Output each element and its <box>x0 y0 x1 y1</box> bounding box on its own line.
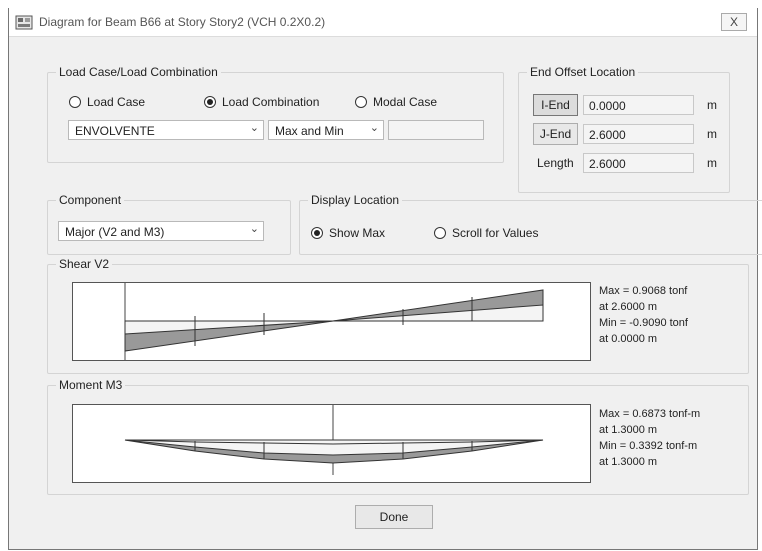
shear-min-location: at 0.0000 m <box>599 333 658 345</box>
i-end-button-label: I-End <box>541 98 570 112</box>
shear-max-value: Max = 0.9068 tonf <box>599 285 688 297</box>
j-end-field[interactable]: 2.6000 <box>583 124 694 144</box>
i-end-field[interactable]: 0.0000 <box>583 95 694 115</box>
radio-selected-icon <box>204 96 216 108</box>
moment-min-value: Min = 0.3392 tonf-m <box>599 440 698 452</box>
show-max-label: Show Max <box>329 226 386 240</box>
length-field: 2.6000 <box>583 153 694 173</box>
diagram-dialog: Diagram for Beam B66 at Story Story2 (VC… <box>8 8 762 550</box>
app-icon <box>15 15 33 30</box>
component-select[interactable]: Major (V2 and M3) ⌄ <box>58 221 264 241</box>
shear-v2-group: Shear V2 Max = 0.9068 tonf at 2.6000 m M… <box>47 257 749 374</box>
length-unit: m <box>707 156 717 170</box>
length-label: Length <box>537 156 574 170</box>
length-value: 2.6000 <box>589 157 626 171</box>
j-end-button-label: J-End <box>539 127 572 141</box>
radio-icon <box>69 96 81 108</box>
load-combination-radio[interactable]: Load Combination <box>204 95 319 109</box>
radio-icon <box>355 96 367 108</box>
shear-max-location: at 2.6000 m <box>599 301 658 313</box>
j-end-value: 2.6000 <box>589 128 626 142</box>
shear-diagram-svg <box>124 283 544 360</box>
load-case-radio[interactable]: Load Case <box>69 95 145 109</box>
load-case-group: Load Case/Load Combination Load Case Loa… <box>47 65 504 163</box>
shear-info: Max = 0.9068 tonf at 2.6000 m Min = -0.9… <box>599 283 688 347</box>
j-end-button[interactable]: J-End <box>533 123 578 145</box>
close-button[interactable]: X <box>721 13 747 31</box>
radio-selected-icon <box>311 227 323 239</box>
shear-v2-group-title: Shear V2 <box>56 257 113 271</box>
load-combination-value: ENVOLVENTE <box>75 124 155 138</box>
shear-min-value: Min = -0.9090 tonf <box>599 317 688 329</box>
moment-m3-group: Moment M3 Max = 0.6873 tonf-m at 1.3000 … <box>47 378 749 495</box>
display-location-group-title: Display Location <box>308 193 403 207</box>
end-offset-group: End Offset Location I-End 0.0000 m J-End… <box>518 65 730 193</box>
chevron-down-icon: ⌄ <box>249 122 259 134</box>
max-min-select[interactable]: Max and Min ⌄ <box>268 120 384 140</box>
moment-m3-group-title: Moment M3 <box>56 378 126 392</box>
moment-max-location: at 1.3000 m <box>599 424 658 436</box>
moment-diagram <box>72 404 591 483</box>
moment-diagram-svg <box>124 405 544 475</box>
display-location-group: Display Location Show Max Scroll for Val… <box>299 193 762 255</box>
load-case-group-title: Load Case/Load Combination <box>56 65 221 79</box>
i-end-unit: m <box>707 98 717 112</box>
end-offset-group-title: End Offset Location <box>527 65 639 79</box>
shear-diagram <box>72 282 591 361</box>
radio-icon <box>434 227 446 239</box>
done-button[interactable]: Done <box>355 505 433 529</box>
chevron-down-icon: ⌄ <box>369 122 379 134</box>
moment-info: Max = 0.6873 tonf-m at 1.3000 m Min = 0.… <box>599 406 700 470</box>
modal-case-radio-label: Modal Case <box>373 95 438 109</box>
title-bar: Diagram for Beam B66 at Story Story2 (VC… <box>9 8 757 37</box>
moment-min-location: at 1.3000 m <box>599 456 658 468</box>
component-group: Component Major (V2 and M3) ⌄ <box>47 193 291 255</box>
chevron-down-icon: ⌄ <box>249 223 259 235</box>
show-max-radio[interactable]: Show Max <box>311 226 385 240</box>
done-button-label: Done <box>379 510 409 524</box>
j-end-unit: m <box>707 127 717 141</box>
close-icon: X <box>729 15 738 29</box>
window-title: Diagram for Beam B66 at Story Story2 (VC… <box>39 15 326 29</box>
component-value: Major (V2 and M3) <box>65 225 165 239</box>
scroll-for-values-label: Scroll for Values <box>452 226 539 240</box>
max-min-value: Max and Min <box>275 124 344 138</box>
scroll-for-values-radio[interactable]: Scroll for Values <box>434 226 538 240</box>
component-group-title: Component <box>56 193 125 207</box>
moment-max-value: Max = 0.6873 tonf-m <box>599 408 701 420</box>
i-end-button[interactable]: I-End <box>533 94 578 116</box>
load-case-radio-label: Load Case <box>87 95 146 109</box>
i-end-value: 0.0000 <box>589 99 626 113</box>
modal-case-radio[interactable]: Modal Case <box>355 95 437 109</box>
load-combination-radio-label: Load Combination <box>222 95 320 109</box>
load-combination-select[interactable]: ENVOLVENTE ⌄ <box>68 120 264 140</box>
mode-value-field[interactable] <box>388 120 484 140</box>
